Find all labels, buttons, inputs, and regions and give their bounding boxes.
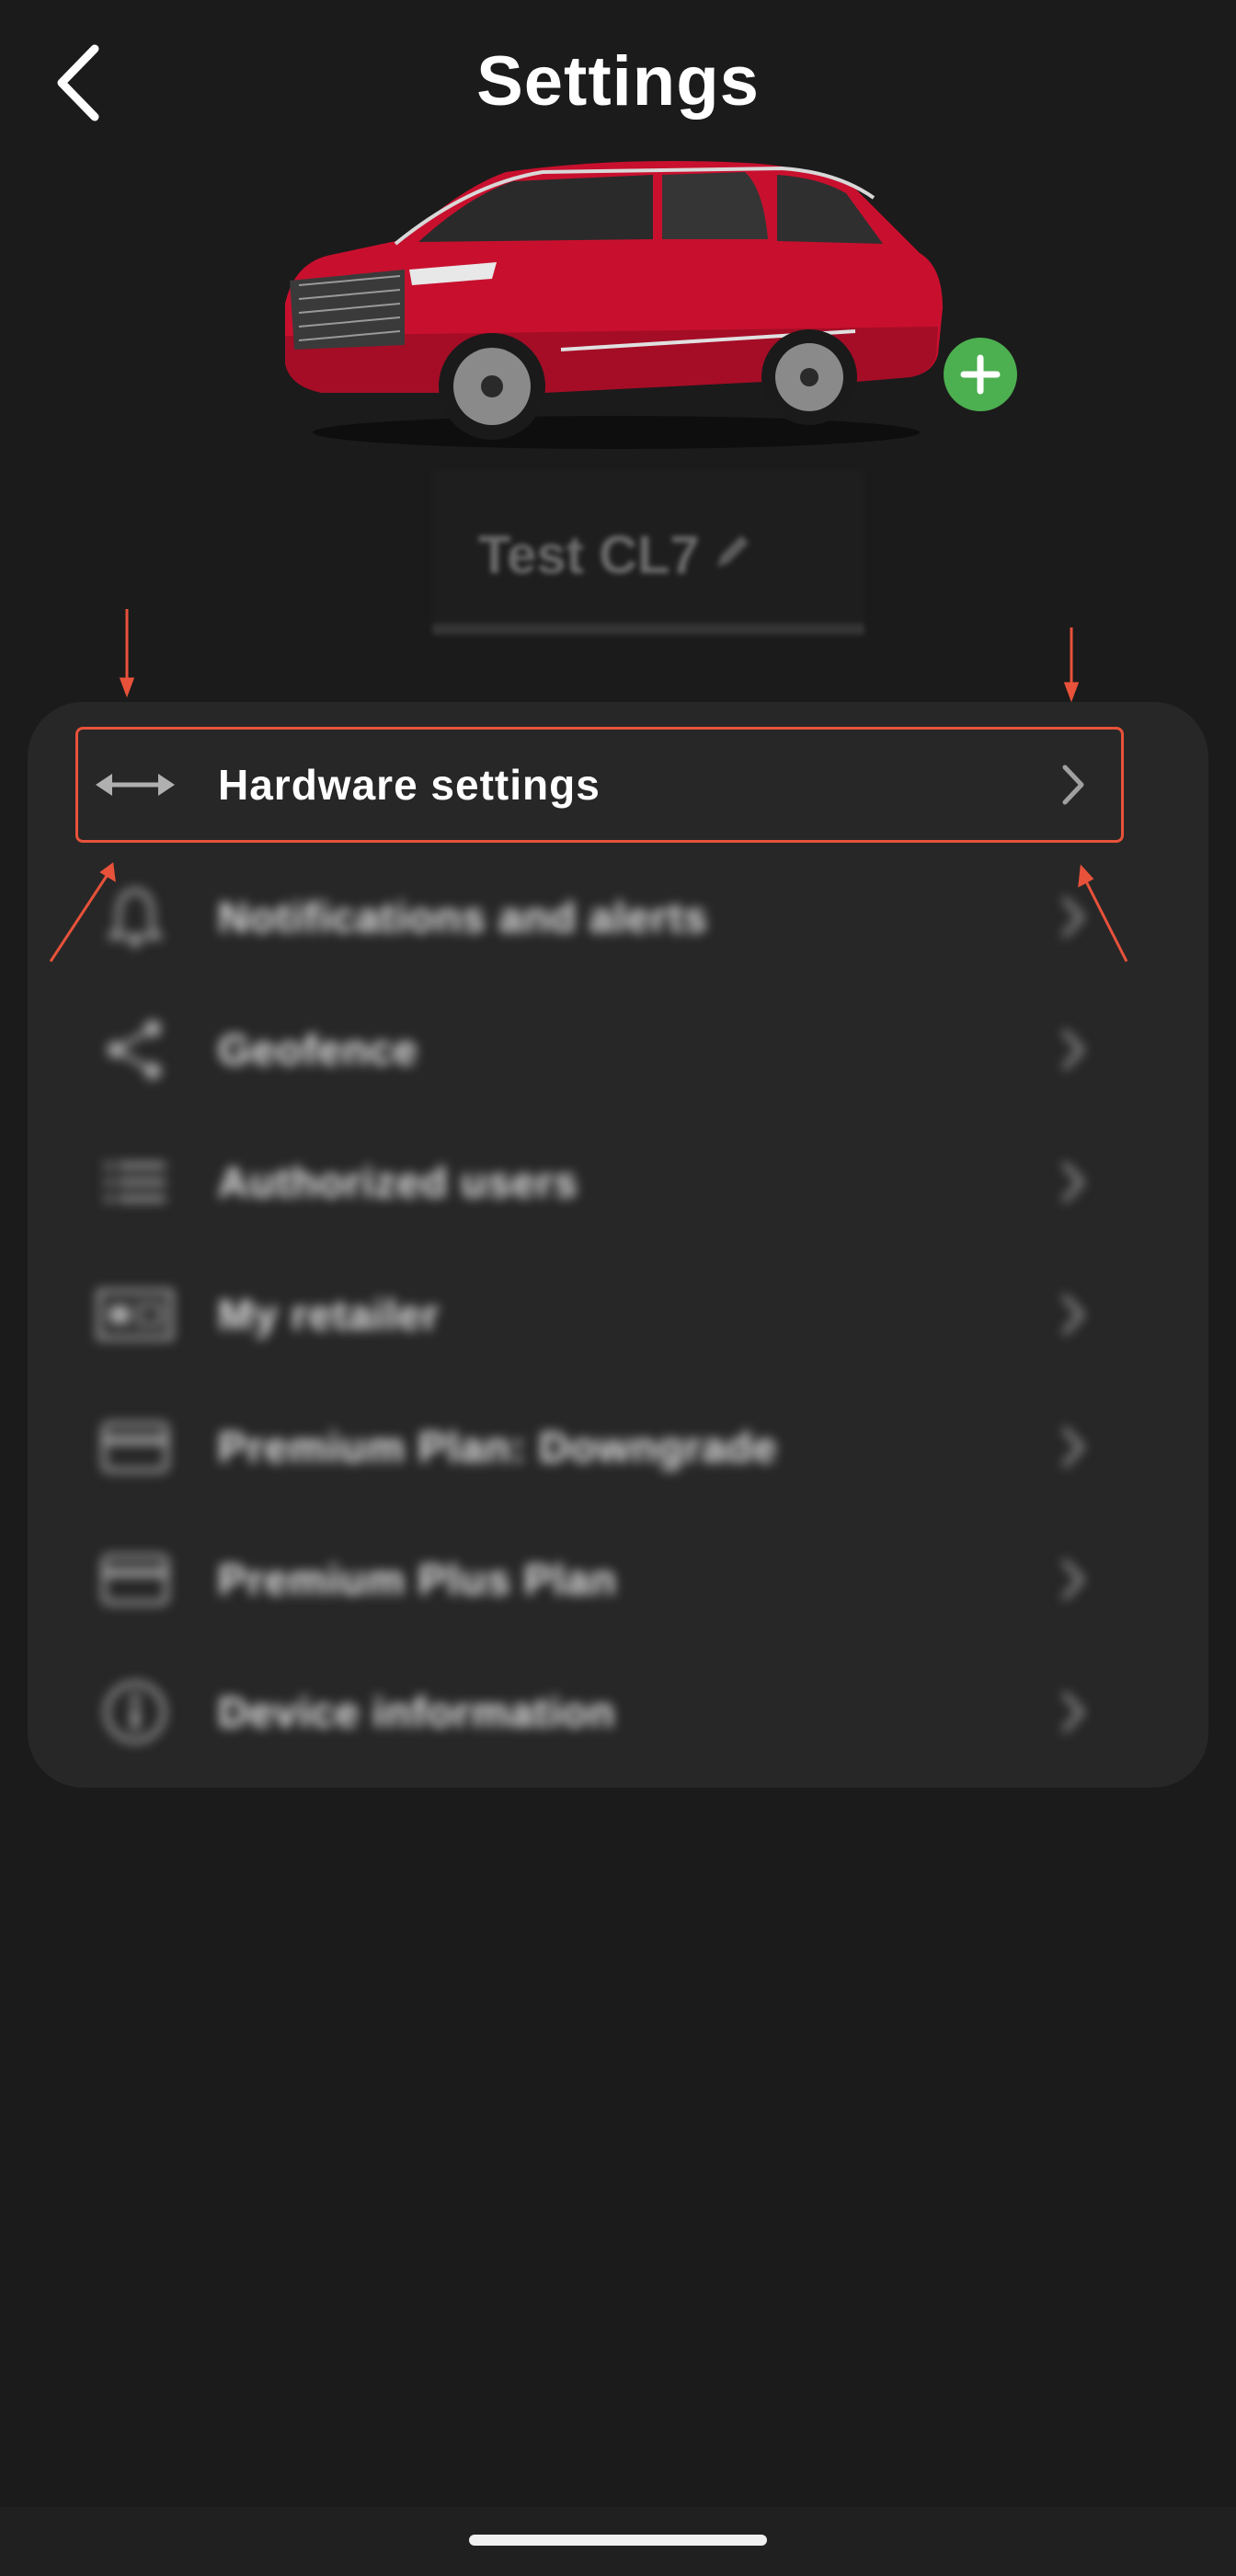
menu-item-label: Device information bbox=[218, 1688, 616, 1736]
menu-item-hardware-settings[interactable]: Hardware settings bbox=[75, 727, 1124, 843]
menu-item-label: Authorized users bbox=[218, 1158, 578, 1206]
vehicle-image bbox=[267, 152, 966, 455]
name-underline bbox=[432, 624, 864, 635]
menu-item-label: Premium Plan: Downgrade bbox=[218, 1423, 778, 1471]
vehicle-name: Test CL7 bbox=[478, 525, 700, 585]
credit-card-icon bbox=[101, 1554, 169, 1605]
add-vehicle-button[interactable] bbox=[944, 338, 1017, 411]
page-title: Settings bbox=[476, 42, 760, 121]
menu-item-label: Geofence bbox=[218, 1026, 418, 1074]
share-nodes-icon bbox=[108, 1020, 161, 1079]
menu-item-label: Hardware settings bbox=[218, 761, 601, 809]
chevron-right-icon bbox=[1062, 1162, 1084, 1202]
home-indicator[interactable] bbox=[469, 2535, 767, 2546]
pencil-icon[interactable] bbox=[710, 528, 756, 574]
horizontal-double-arrow-icon bbox=[96, 774, 175, 796]
menu-item-device-information[interactable]: Device information bbox=[75, 1654, 1124, 1770]
chevron-right-icon bbox=[1062, 897, 1084, 937]
chevron-right-icon bbox=[1062, 1692, 1084, 1732]
bell-icon bbox=[108, 888, 163, 948]
storefront-icon bbox=[97, 1289, 174, 1340]
chevron-right-icon bbox=[1062, 765, 1084, 805]
plus-icon bbox=[960, 354, 1001, 395]
menu-item-label: Notifications and alerts bbox=[218, 893, 708, 941]
menu-item-premium-plus-plan[interactable]: Premium Plus Plan bbox=[75, 1522, 1124, 1638]
menu-item-authorized-users[interactable]: Authorized users bbox=[75, 1124, 1124, 1240]
chevron-right-icon bbox=[1062, 1294, 1084, 1335]
menu-item-premium-plan-downgrade[interactable]: Premium Plan: Downgrade bbox=[75, 1389, 1124, 1505]
menu-item-geofence[interactable]: Geofence bbox=[75, 992, 1124, 1108]
menu-item-my-retailer[interactable]: My retailer bbox=[75, 1257, 1124, 1373]
menu-item-label: My retailer bbox=[218, 1291, 441, 1339]
vehicle-name-field[interactable]: Test CL7 bbox=[432, 469, 864, 635]
list-icon bbox=[105, 1163, 166, 1202]
menu-item-label: Premium Plus Plan bbox=[218, 1556, 617, 1604]
header: Settings bbox=[0, 0, 1236, 166]
credit-card-icon bbox=[101, 1421, 169, 1473]
chevron-right-icon bbox=[1062, 1559, 1084, 1600]
chevron-right-icon bbox=[1062, 1427, 1084, 1467]
settings-card: Hardware settings Notifications and aler… bbox=[28, 702, 1208, 1788]
menu-item-notifications[interactable]: Notifications and alerts bbox=[75, 859, 1124, 975]
info-circle-icon bbox=[104, 1681, 166, 1743]
chevron-right-icon bbox=[1062, 1029, 1084, 1070]
